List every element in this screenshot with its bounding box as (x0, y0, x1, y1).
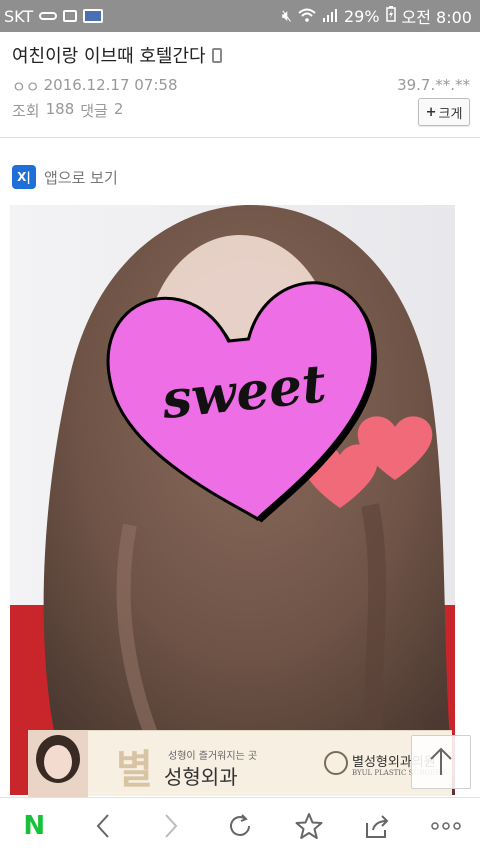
ad-tagline: 성형이 즐거워지는 곳 (168, 751, 258, 762)
share-icon (366, 814, 389, 838)
refresh-icon (229, 813, 250, 836)
open-in-app-label: 앱으로 보기 (44, 168, 118, 187)
post-meta: ㅇㅇ 2016.12.17 07:58 (12, 76, 178, 97)
post-header: 여친이랑 이브때 호텔간다 ㅇㅇ 2016.12.17 07:58 39.7.*… (0, 32, 480, 138)
comments-label: 댓글 (80, 102, 108, 120)
mute-icon: 🔇︎ (281, 6, 292, 25)
open-in-app-link[interactable]: X| 앱으로 보기 (12, 165, 118, 189)
post-photo[interactable]: sweet (10, 205, 455, 795)
post-datetime: 2016.12.17 07:58 (43, 76, 178, 94)
post-stats: 조회 188 댓글 2 (12, 100, 123, 121)
post-title-text: 여친이랑 이브때 호텔간다 (12, 46, 206, 67)
battery-icon (385, 6, 396, 26)
naver-icon: N (23, 810, 46, 841)
voicemail-icon (39, 12, 58, 20)
chevron-right-icon (165, 813, 178, 838)
ad-logo-icon (324, 751, 348, 775)
arrow-up-icon (430, 747, 452, 775)
plus-icon: + (425, 104, 437, 120)
naver-home-button[interactable]: N (10, 802, 58, 850)
gallery-icon (63, 10, 78, 22)
scroll-top-button[interactable] (411, 735, 471, 789)
more-dots-icon (430, 821, 461, 830)
forward-button[interactable] (147, 802, 195, 850)
enlarge-button[interactable]: + 크게 (418, 98, 470, 126)
carrier-label: SKT (4, 6, 34, 26)
enlarge-label: 크게 (438, 106, 463, 122)
battery-percent: 29% (343, 6, 380, 26)
notification-app-icon (83, 9, 104, 23)
ad-model-image (28, 730, 88, 797)
comments-count: 2 (113, 100, 124, 118)
status-bar: SKT 🔇︎ 29% 오전 8:00 (0, 0, 480, 32)
signal-icon (322, 7, 338, 26)
chevron-left-icon (96, 813, 109, 838)
clock: 오전 8:00 (401, 8, 472, 27)
share-button[interactable] (353, 802, 401, 850)
star-icon (295, 812, 323, 839)
bookmark-button[interactable] (285, 802, 333, 850)
author-name[interactable]: ㅇㅇ (12, 76, 40, 97)
more-button[interactable] (422, 802, 470, 850)
back-button[interactable] (79, 802, 127, 850)
post-title: 여친이랑 이브때 호텔간다 (12, 42, 222, 68)
ad-banner[interactable]: 별 성형이 즐거워지는 곳 성형외과 별성형외과의원 BYUL PLASTIC … (28, 730, 452, 797)
views-count: 188 (45, 100, 75, 118)
browser-toolbar: N (0, 797, 480, 853)
views-label: 조회 (12, 102, 40, 120)
author-ip: 39.7.**.** (397, 76, 470, 94)
app-logo-icon: X| (12, 165, 36, 189)
mobile-icon (211, 47, 222, 63)
ad-big-char: 별 (116, 746, 153, 793)
refresh-button[interactable] (216, 802, 264, 850)
wifi-icon (298, 7, 316, 26)
ad-name: 성형외과 (164, 765, 238, 789)
